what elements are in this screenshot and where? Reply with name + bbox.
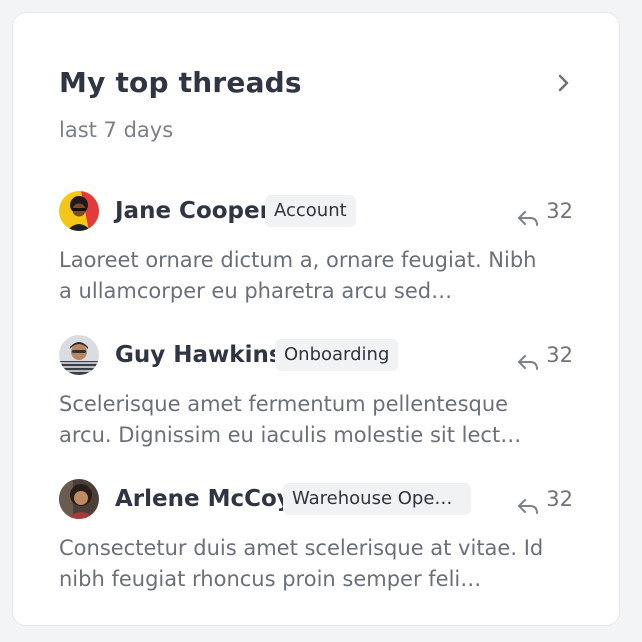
- thread-author-name: Jane Cooper: [115, 198, 271, 224]
- top-threads-card: My top threads last 7 days Jane Cooper A…: [12, 12, 620, 626]
- thread-snippet: Consectetur duis amet scelerisque at vit…: [59, 533, 573, 595]
- thread-snippet-line: arcu. Dignissim eu iaculis molestie sit …: [59, 423, 522, 447]
- thread-item[interactable]: Jane Cooper Account 32 Laoreet ornare di…: [59, 191, 573, 315]
- reply-count: 32: [516, 335, 573, 375]
- thread-header: Arlene McCoy Warehouse Ope… 32: [59, 479, 573, 519]
- reply-count-value: 32: [546, 487, 573, 511]
- thread-snippet-line: Laoreet ornare dictum a, ornare feugiat.…: [59, 248, 537, 272]
- thread-item[interactable]: Arlene McCoy Warehouse Ope… 32 Consectet…: [59, 479, 573, 603]
- card-title: My top threads: [59, 66, 302, 99]
- thread-author-name: Guy Hawkins: [115, 342, 283, 368]
- thread-header: Guy Hawkins Onboarding 32: [59, 335, 573, 375]
- avatar: [59, 479, 99, 519]
- thread-snippet-line: Consectetur duis amet scelerisque at vit…: [59, 536, 544, 560]
- reply-count: 32: [516, 191, 573, 231]
- thread-snippet-line: Scelerisque amet fermentum pellentesque: [59, 392, 509, 416]
- chevron-right-icon[interactable]: [553, 71, 573, 95]
- thread-snippet-line: nibh feugiat rhoncus proin semper feli…: [59, 567, 482, 591]
- reply-arrow-icon: [516, 489, 540, 514]
- thread-header: Jane Cooper Account 32: [59, 191, 573, 231]
- avatar: [59, 335, 99, 375]
- thread-tag: Onboarding: [275, 339, 399, 371]
- reply-count-value: 32: [546, 343, 573, 367]
- card-header: My top threads: [59, 63, 573, 103]
- thread-author-name: Arlene McCoy: [115, 486, 292, 512]
- thread-item[interactable]: Guy Hawkins Onboarding 32 Scelerisque am…: [59, 335, 573, 459]
- thread-snippet: Laoreet ornare dictum a, ornare feugiat.…: [59, 245, 573, 307]
- thread-tag: Warehouse Ope…: [283, 483, 471, 515]
- avatar: [59, 191, 99, 231]
- thread-snippet: Scelerisque amet fermentum pellentesque …: [59, 389, 573, 451]
- reply-arrow-icon: [516, 345, 540, 370]
- reply-count-value: 32: [546, 199, 573, 223]
- thread-tag: Account: [265, 195, 356, 227]
- card-subtitle: last 7 days: [59, 118, 174, 142]
- thread-snippet-line: a ullamcorper eu pharetra arcu sed…: [59, 279, 453, 303]
- reply-arrow-icon: [516, 201, 540, 226]
- reply-count: 32: [516, 479, 573, 519]
